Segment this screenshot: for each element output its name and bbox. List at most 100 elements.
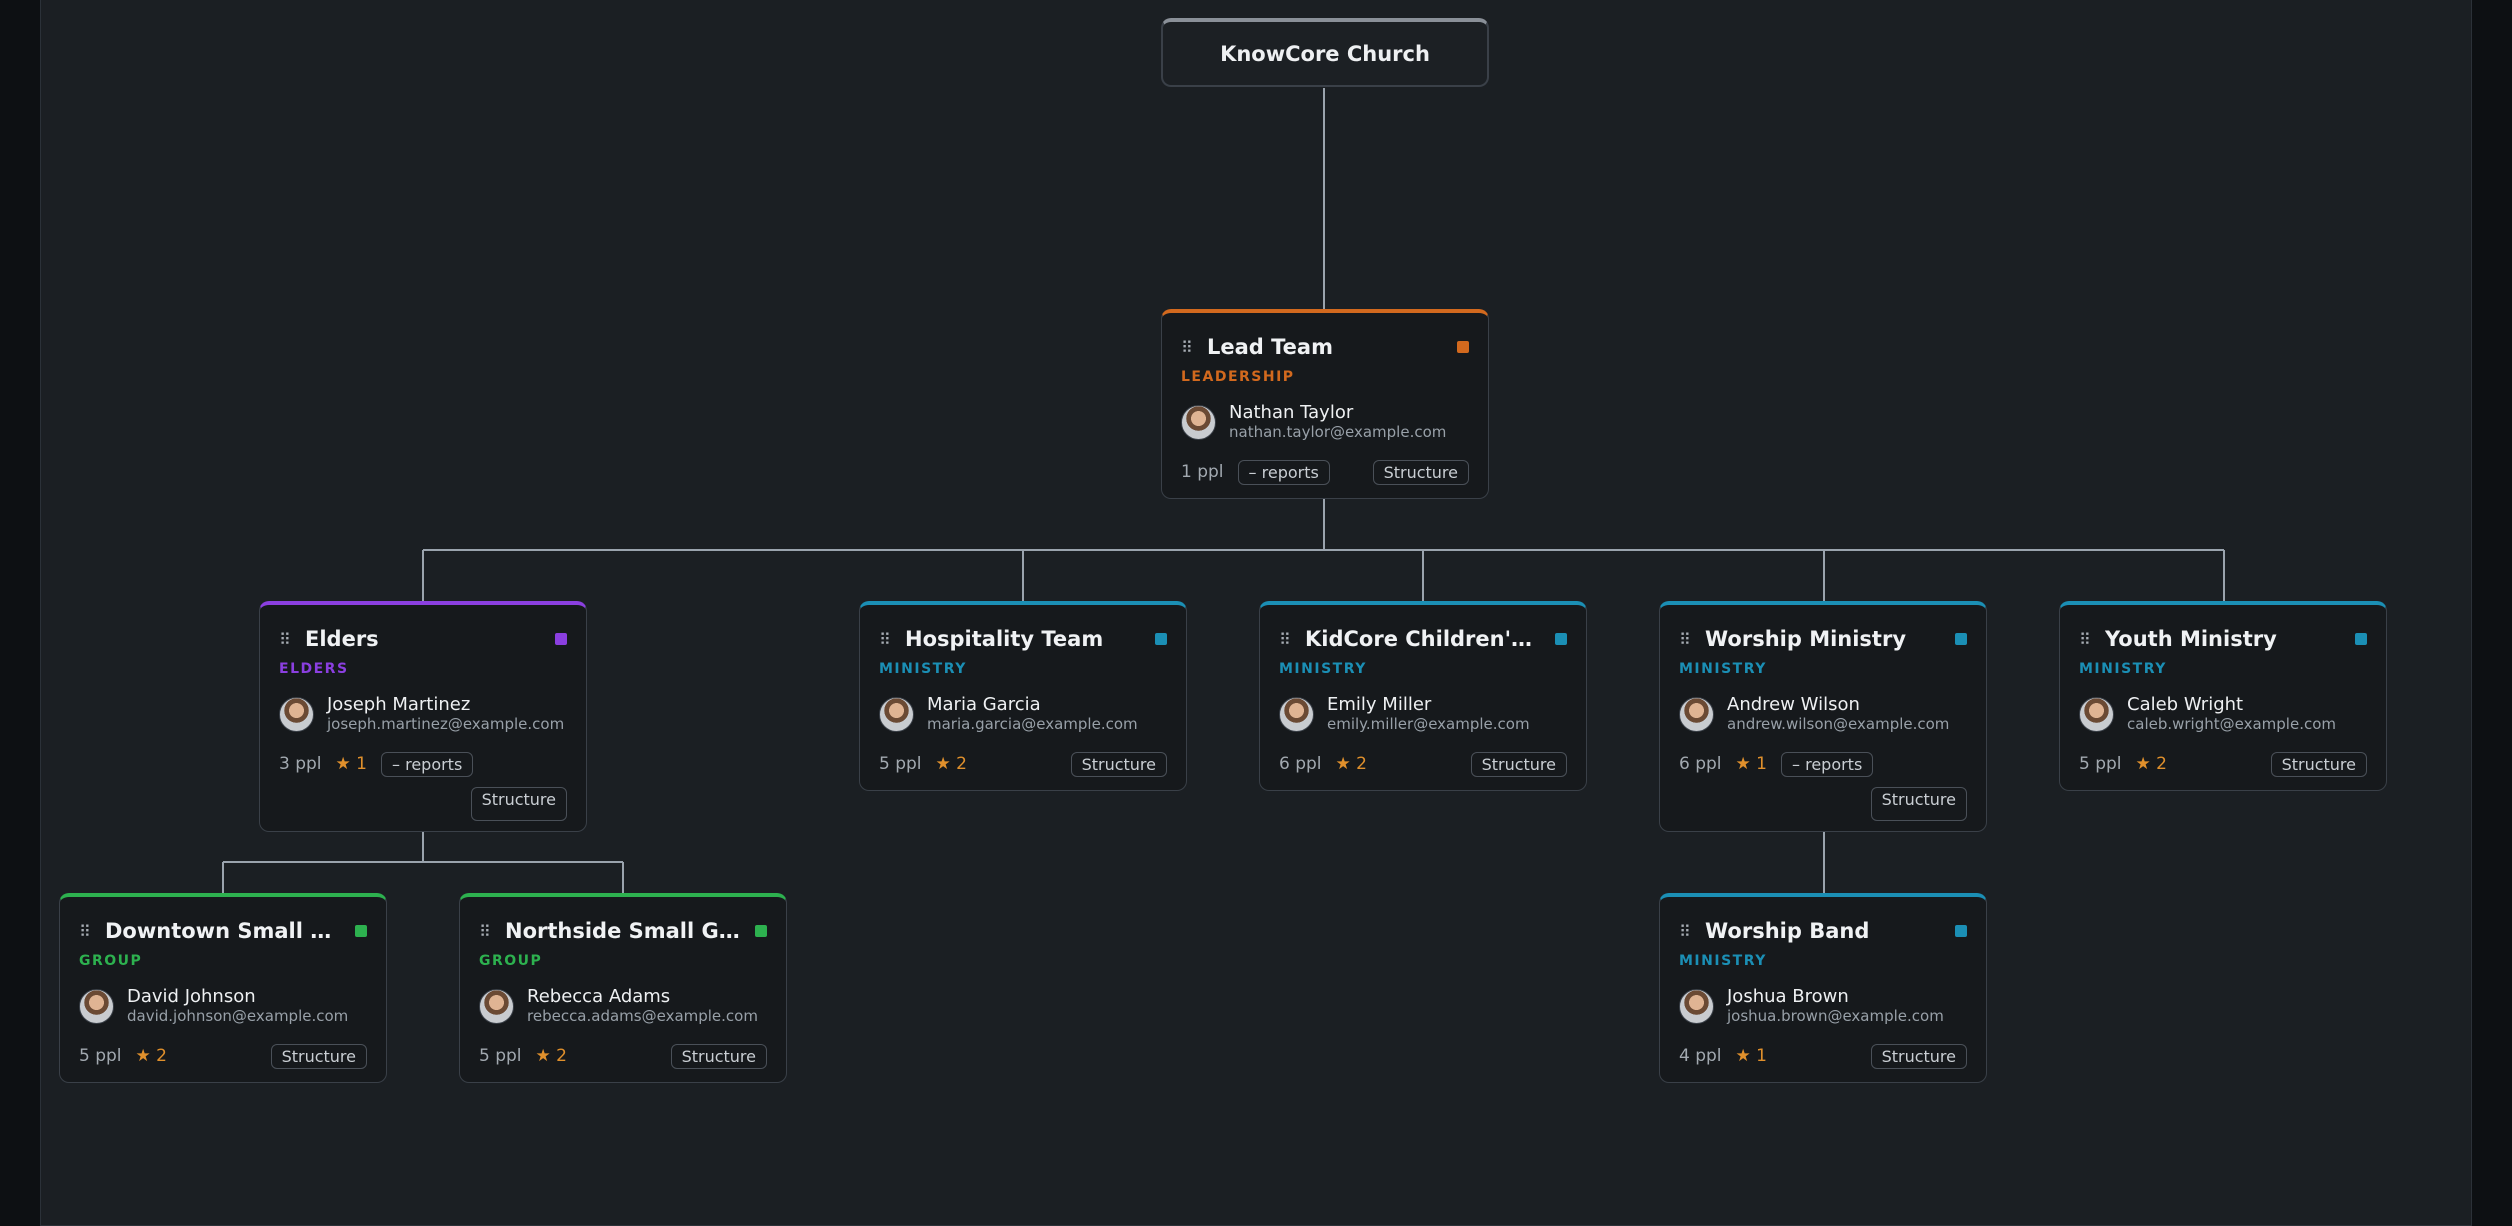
team-card-hospitality[interactable]: ⠿ Hospitality Team MINISTRY Maria Garcia… bbox=[859, 601, 1187, 791]
team-category: MINISTRY bbox=[1279, 661, 1367, 677]
people-count: 6 ppl bbox=[1679, 754, 1722, 774]
team-card-northside[interactable]: ⠿ Northside Small Group GROUP Rebecca Ad… bbox=[459, 893, 787, 1083]
team-category: GROUP bbox=[79, 953, 143, 969]
star-rating: ★ 1 bbox=[1735, 754, 1767, 774]
star-rating: ★ 2 bbox=[935, 754, 967, 774]
leader-name: Nathan Taylor bbox=[1229, 402, 1354, 423]
structure-button[interactable]: Structure bbox=[1870, 787, 1967, 821]
root-node-knowcore-church[interactable]: KnowCore Church bbox=[1161, 18, 1489, 87]
team-card-youth[interactable]: ⠿ Youth Ministry MINISTRY Caleb Wright c… bbox=[2059, 601, 2387, 791]
leader-name: Rebecca Adams bbox=[527, 986, 671, 1007]
team-category: MINISTRY bbox=[1679, 661, 1767, 677]
leader-name: Joseph Martinez bbox=[327, 694, 471, 715]
avatar bbox=[279, 696, 314, 732]
people-count: 5 ppl bbox=[79, 1046, 122, 1066]
drag-handle-icon[interactable]: ⠿ bbox=[1679, 630, 1705, 649]
structure-button[interactable]: Structure bbox=[470, 787, 567, 821]
team-title: Elders bbox=[305, 627, 379, 651]
drag-handle-icon[interactable]: ⠿ bbox=[1181, 338, 1207, 357]
drag-handle-icon[interactable]: ⠿ bbox=[1679, 922, 1705, 941]
team-card-worship-band[interactable]: ⠿ Worship Band MINISTRY Joshua Brown jos… bbox=[1659, 893, 1987, 1083]
leader-email: joseph.martinez@example.com bbox=[327, 715, 565, 733]
avatar bbox=[1679, 696, 1714, 732]
team-title: Northside Small Group bbox=[505, 919, 743, 943]
avatar bbox=[1679, 988, 1714, 1024]
team-title: Hospitality Team bbox=[905, 627, 1104, 651]
star-rating: ★ 1 bbox=[1735, 1046, 1767, 1066]
team-category: GROUP bbox=[479, 953, 543, 969]
drag-handle-icon[interactable]: ⠿ bbox=[2079, 630, 2105, 649]
team-category: LEADERSHIP bbox=[1181, 369, 1295, 385]
avatar bbox=[479, 988, 514, 1024]
leader-email: caleb.wright@example.com bbox=[2127, 715, 2337, 733]
category-color-dot bbox=[555, 633, 567, 645]
team-card-kidcore[interactable]: ⠿ KidCore Children's Ministry MINISTRY E… bbox=[1259, 601, 1587, 791]
leader-name: Maria Garcia bbox=[927, 694, 1041, 715]
avatar bbox=[1279, 696, 1314, 732]
team-card-downtown[interactable]: ⠿ Downtown Small Group GROUP David Johns… bbox=[59, 893, 387, 1083]
team-category: MINISTRY bbox=[2079, 661, 2167, 677]
people-count: 5 ppl bbox=[479, 1046, 522, 1066]
people-count: 1 ppl bbox=[1181, 462, 1224, 482]
star-rating: ★ 2 bbox=[1335, 754, 1367, 774]
people-count: 5 ppl bbox=[879, 754, 922, 774]
team-title: Lead Team bbox=[1207, 335, 1333, 359]
leader-email: emily.miller@example.com bbox=[1327, 715, 1530, 733]
category-color-dot bbox=[755, 925, 767, 937]
team-card-elders[interactable]: ⠿ Elders ELDERS Joseph Martinez joseph.m… bbox=[259, 601, 587, 832]
team-title: KidCore Children's Ministry bbox=[1305, 627, 1543, 651]
team-category: MINISTRY bbox=[879, 661, 967, 677]
reports-button[interactable]: – reports bbox=[1237, 459, 1330, 485]
people-count: 4 ppl bbox=[1679, 1046, 1722, 1066]
star-rating: ★ 1 bbox=[335, 754, 367, 774]
drag-handle-icon[interactable]: ⠿ bbox=[79, 922, 105, 941]
avatar bbox=[879, 696, 914, 732]
category-color-dot bbox=[1555, 633, 1567, 645]
drag-handle-icon[interactable]: ⠿ bbox=[1279, 630, 1305, 649]
team-title: Youth Ministry bbox=[2105, 627, 2277, 651]
team-title: Worship Band bbox=[1705, 919, 1870, 943]
leader-name: Andrew Wilson bbox=[1727, 694, 1860, 715]
drag-handle-icon[interactable]: ⠿ bbox=[279, 630, 305, 649]
team-category: MINISTRY bbox=[1679, 953, 1767, 969]
drag-handle-icon[interactable]: ⠿ bbox=[879, 630, 905, 649]
star-rating: ★ 2 bbox=[535, 1046, 567, 1066]
leader-name: Joshua Brown bbox=[1727, 986, 1849, 1007]
category-color-dot bbox=[1955, 925, 1967, 937]
leader-email: rebecca.adams@example.com bbox=[527, 1007, 758, 1025]
structure-button[interactable]: Structure bbox=[1870, 1043, 1967, 1069]
leader-email: joshua.brown@example.com bbox=[1727, 1007, 1944, 1025]
structure-button[interactable]: Structure bbox=[670, 1043, 767, 1069]
category-color-dot bbox=[1457, 341, 1469, 353]
team-title: Worship Ministry bbox=[1705, 627, 1907, 651]
leader-email: nathan.taylor@example.com bbox=[1229, 423, 1447, 441]
structure-button[interactable]: Structure bbox=[2270, 751, 2367, 777]
drag-handle-icon[interactable]: ⠿ bbox=[479, 922, 505, 941]
leader-email: maria.garcia@example.com bbox=[927, 715, 1138, 733]
structure-button[interactable]: Structure bbox=[1470, 751, 1567, 777]
structure-button[interactable]: Structure bbox=[1070, 751, 1167, 777]
avatar bbox=[1181, 404, 1216, 440]
category-color-dot bbox=[355, 925, 367, 937]
leader-email: andrew.wilson@example.com bbox=[1727, 715, 1950, 733]
leader-email: david.johnson@example.com bbox=[127, 1007, 349, 1025]
reports-button[interactable]: – reports bbox=[381, 751, 474, 777]
avatar bbox=[2079, 696, 2114, 732]
people-count: 3 ppl bbox=[279, 754, 322, 774]
structure-button[interactable]: Structure bbox=[270, 1043, 367, 1069]
avatar bbox=[79, 988, 114, 1024]
people-count: 5 ppl bbox=[2079, 754, 2122, 774]
category-color-dot bbox=[2355, 633, 2367, 645]
structure-button[interactable]: Structure bbox=[1372, 459, 1469, 485]
team-category: ELDERS bbox=[279, 661, 349, 677]
people-count: 6 ppl bbox=[1279, 754, 1322, 774]
reports-button[interactable]: – reports bbox=[1781, 751, 1874, 777]
star-rating: ★ 2 bbox=[135, 1046, 167, 1066]
root-title: KnowCore Church bbox=[1220, 41, 1430, 66]
team-title: Downtown Small Group bbox=[105, 919, 343, 943]
leader-name: David Johnson bbox=[127, 986, 256, 1007]
team-card-lead[interactable]: ⠿ Lead Team LEADERSHIP Nathan Taylor nat… bbox=[1161, 309, 1489, 499]
star-rating: ★ 2 bbox=[2135, 754, 2167, 774]
team-card-worship[interactable]: ⠿ Worship Ministry MINISTRY Andrew Wilso… bbox=[1659, 601, 1987, 832]
leader-name: Emily Miller bbox=[1327, 694, 1432, 715]
